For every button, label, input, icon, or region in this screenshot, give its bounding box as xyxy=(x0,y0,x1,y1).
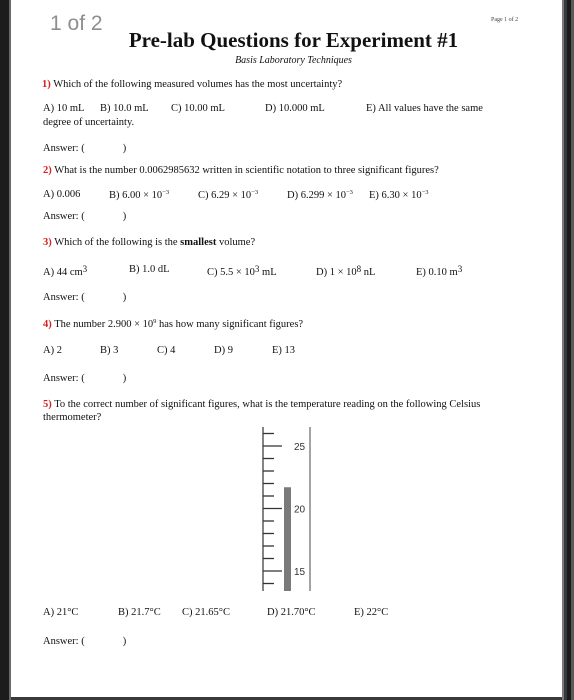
exponent: −3 xyxy=(421,189,429,196)
option-1e: E) All values have the same xyxy=(366,103,483,114)
option-label: A) 0.006 xyxy=(43,189,81,200)
option-label: C) 6.29 × 10 xyxy=(198,190,252,201)
answer-4: Answer: () xyxy=(43,373,126,384)
option-5d: D) 21.70°C xyxy=(267,607,316,618)
answer-close: ) xyxy=(122,636,127,647)
option-4c: C) 4 xyxy=(157,345,176,356)
question-text: Which of the following is the xyxy=(54,237,181,248)
answer-close: ) xyxy=(122,211,127,222)
option-2e: E) 6.30 × 10−3 xyxy=(369,189,429,201)
option-3c: C) 5.5 × 103 mL xyxy=(207,264,277,278)
option-5c: C) 21.65°C xyxy=(182,607,230,618)
option-2c: C) 6.29 × 10−3 xyxy=(198,189,258,201)
question-5: 5) To the correct number of significant … xyxy=(43,399,480,410)
option-5b: B) 21.7°C xyxy=(118,607,161,618)
option-label: C) 5.5 × 10 xyxy=(207,267,255,278)
question-text-end: has how many significant figures? xyxy=(156,319,304,330)
option-4e: E) 13 xyxy=(272,345,296,356)
option-2d: D) 6.299 × 10−3 xyxy=(287,189,353,201)
question-number: 4) xyxy=(43,319,52,330)
question-2: 2) What is the number 0.0062985632 writt… xyxy=(43,165,439,176)
page-label: Page 1 of 2 xyxy=(491,17,519,23)
question-number: 3) xyxy=(43,237,52,248)
answer-close: ) xyxy=(122,373,127,384)
superscript: 3 xyxy=(457,264,463,274)
option-5e: E) 22°C xyxy=(354,607,389,618)
exponent: −3 xyxy=(346,189,353,196)
option-label: D) 1 × 10 xyxy=(316,267,357,278)
answer-close: ) xyxy=(122,292,127,303)
exponent: −3 xyxy=(251,189,259,196)
thermometer-tick-label: 25 xyxy=(294,442,306,453)
option-2b: B) 6.00 × 10−3 xyxy=(109,189,169,201)
option-4a: A) 2 xyxy=(43,345,62,356)
question-text: The number 2.900 × 10 xyxy=(54,319,154,330)
option-label: A) 44 cm xyxy=(43,267,83,278)
question-text: Which of the following measured volumes … xyxy=(53,79,343,90)
question-1: 1) Which of the following measured volum… xyxy=(42,79,342,90)
option-3e: E) 0.10 m3 xyxy=(416,264,462,278)
option-4d: D) 9 xyxy=(214,345,233,356)
exponent: −3 xyxy=(162,189,170,196)
answer-2: Answer: () xyxy=(43,211,126,222)
question-5-line2: thermometer? xyxy=(43,412,102,423)
option-5a: A) 21°C xyxy=(43,607,79,618)
question-4: 4) The number 2.900 × 109 has how many s… xyxy=(43,318,303,330)
viewer-scrollbar[interactable] xyxy=(562,0,574,700)
answer-label: Answer: ( xyxy=(43,211,85,222)
option-label: B) 6.00 × 10 xyxy=(109,190,163,201)
option-unit: mL xyxy=(259,267,277,278)
question-number: 1) xyxy=(42,79,51,90)
question-number: 2) xyxy=(43,165,52,176)
answer-label: Answer: ( xyxy=(43,373,85,384)
option-2a: A) 0.006 xyxy=(43,189,80,200)
option-label: E) 6.30 × 10 xyxy=(369,190,422,201)
option-1a: A) 10 mL xyxy=(43,103,85,114)
option-1e-continuation: degree of uncertainty. xyxy=(43,117,135,128)
answer-label: Answer: ( xyxy=(43,143,85,154)
answer-close: ) xyxy=(122,143,127,154)
option-label: D) 6.299 × 10 xyxy=(287,190,347,201)
option-1d: D) 10.000 mL xyxy=(265,103,325,114)
answer-5: Answer: () xyxy=(43,636,126,647)
option-label: E) 0.10 m xyxy=(416,267,458,278)
answer-label: Answer: ( xyxy=(43,636,85,647)
option-1b: B) 10.0 mL xyxy=(100,103,149,114)
option-1c: C) 10.00 mL xyxy=(171,103,225,114)
superscript: 3 xyxy=(82,264,88,274)
question-emphasis: smallest xyxy=(180,237,217,248)
question-3: 3) Which of the following is the smalles… xyxy=(43,237,255,248)
document-subtitle: Basis Laboratory Techniques xyxy=(235,55,352,66)
question-text: What is the number 0.0062985632 written … xyxy=(54,165,439,176)
answer-1: Answer: () xyxy=(43,143,126,154)
question-number: 5) xyxy=(43,399,52,410)
option-3b: B) 1.0 dL xyxy=(129,264,170,275)
question-text-end: volume? xyxy=(216,237,256,248)
document-title: Pre-lab Questions for Experiment #1 xyxy=(128,28,459,52)
option-3a: A) 44 cm3 xyxy=(43,264,87,278)
thermometer-mercury-column xyxy=(284,487,291,591)
document-page: 1 of 2 Page 1 of 2 Pre-lab Questions for… xyxy=(11,0,562,697)
answer-3: Answer: () xyxy=(43,292,126,303)
thermometer-tick-label: 20 xyxy=(294,505,306,516)
question-text: To the correct number of significant fig… xyxy=(54,399,481,410)
option-unit: nL xyxy=(361,267,376,278)
option-label: B) 1.0 dL xyxy=(129,264,170,275)
option-3d: D) 1 × 108 nL xyxy=(316,264,375,278)
thermometer-tick-label: 15 xyxy=(294,567,306,578)
answer-label: Answer: ( xyxy=(43,292,85,303)
option-4b: B) 3 xyxy=(100,345,119,356)
